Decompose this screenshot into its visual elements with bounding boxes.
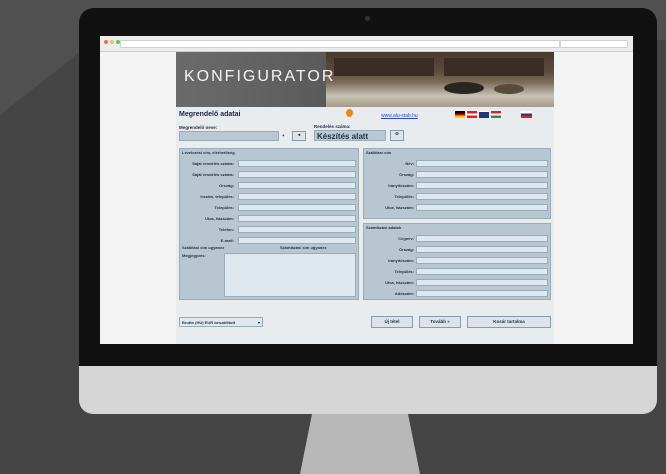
order-lookup-button[interactable]: ⊖ bbox=[390, 130, 404, 141]
brand-logo-icon bbox=[346, 109, 353, 117]
delivery-title: Levelezési cím, elérhetőség bbox=[182, 150, 235, 155]
banner: KONFIGURATOR bbox=[176, 52, 554, 107]
window-controls bbox=[104, 40, 120, 44]
billing-field-label: Utca, házszám: bbox=[385, 280, 414, 285]
delivery-field-input[interactable] bbox=[238, 204, 356, 211]
orderer-lookup-button[interactable]: ◂ bbox=[292, 131, 306, 141]
order-status-field[interactable]: Készítés alatt bbox=[314, 130, 386, 141]
order-status-value: Készítés alatt bbox=[317, 132, 369, 141]
billing-field-input[interactable] bbox=[416, 290, 548, 297]
delivery-field-input[interactable] bbox=[238, 171, 356, 178]
billing-title: Számlázási adatok bbox=[366, 225, 402, 230]
billing-field-input[interactable] bbox=[416, 235, 548, 242]
flag-hu-icon[interactable] bbox=[491, 111, 501, 118]
new-item-button[interactable]: Új tétel bbox=[371, 316, 413, 328]
shipping-field-label: Név: bbox=[405, 161, 414, 166]
flag-uk-icon[interactable] bbox=[479, 111, 489, 118]
shipping-field-label: Utca, házszám: bbox=[385, 205, 414, 210]
plus-sign[interactable]: + bbox=[282, 133, 285, 138]
billing-section: Számlázási adatok Cégnév: Ország: Irányító… bbox=[363, 223, 551, 300]
configurator-page: KONFIGURATOR Megrendelő adatai www.alu-s… bbox=[176, 52, 554, 344]
billing-field-label: Cégnév: bbox=[398, 236, 414, 241]
minimize-dot-icon[interactable] bbox=[110, 40, 114, 44]
billing-field-input[interactable] bbox=[416, 257, 548, 264]
delivery-field-label: Saját rendelés száma: bbox=[192, 161, 234, 166]
browser-toolbar bbox=[100, 36, 633, 52]
delivery-field-label: Ország: bbox=[219, 183, 234, 188]
notes-textarea[interactable] bbox=[224, 253, 356, 297]
delivery-field-input[interactable] bbox=[238, 193, 356, 200]
close-dot-icon[interactable] bbox=[104, 40, 108, 44]
address-bar[interactable] bbox=[120, 40, 560, 48]
screen: KONFIGURATOR Megrendelő adatai www.alu-s… bbox=[100, 36, 633, 344]
banner-photo bbox=[326, 52, 554, 107]
shipping-field-input[interactable] bbox=[416, 204, 548, 211]
decor-bowl bbox=[444, 82, 484, 94]
billing-same-checkbox[interactable]: Számlázási cím ugyanez bbox=[280, 245, 356, 250]
delivery-field-label: Saját rendelés száma: bbox=[192, 172, 234, 177]
billing-field-label: Adószám: bbox=[394, 291, 414, 296]
shipping-field-input[interactable] bbox=[416, 160, 548, 167]
delivery-field-label: Település: bbox=[214, 205, 235, 210]
cart-button[interactable]: Kosár tartalma bbox=[467, 316, 551, 328]
flag-de-icon[interactable] bbox=[455, 111, 465, 118]
shipping-field-input[interactable] bbox=[416, 193, 548, 200]
camera-dot bbox=[365, 16, 370, 21]
flag-sk-icon[interactable] bbox=[521, 111, 532, 118]
shipping-same-checkbox[interactable]: Szállítási cím ugyanez bbox=[182, 245, 240, 250]
shipping-field-input[interactable] bbox=[416, 171, 548, 178]
shipping-section: Szállítási cím Név: Ország: Irányítószám: T… bbox=[363, 148, 551, 219]
website-link[interactable]: www.alu-stab.hu bbox=[381, 113, 418, 119]
delivery-field-input[interactable] bbox=[238, 237, 356, 244]
delivery-field-input[interactable] bbox=[238, 182, 356, 189]
language-flags bbox=[455, 111, 501, 118]
billing-field-label: Település: bbox=[394, 269, 415, 274]
billing-field-input[interactable] bbox=[416, 268, 548, 275]
flag-at-icon[interactable] bbox=[467, 111, 477, 118]
monitor-stand bbox=[300, 414, 420, 474]
shutter-left bbox=[334, 58, 434, 76]
delivery-section: Levelezési cím, elérhetőség Saját rendel… bbox=[179, 148, 359, 300]
delivery-field-input[interactable] bbox=[238, 226, 356, 233]
banner-title: KONFIGURATOR bbox=[184, 68, 336, 85]
shipping-title: Szállítási cím bbox=[366, 150, 392, 155]
browser-search[interactable] bbox=[560, 40, 628, 48]
billing-field-label: Ország: bbox=[399, 247, 414, 252]
delivery-field-label: Utca, házszám: bbox=[205, 216, 234, 221]
order-number-label: Rendelés száma: bbox=[314, 124, 351, 129]
billing-field-input[interactable] bbox=[416, 279, 548, 286]
notes-label: Megjegyzés: bbox=[182, 253, 206, 258]
shipping-field-input[interactable] bbox=[416, 182, 548, 189]
shipping-field-label: Település: bbox=[394, 194, 415, 199]
orderer-input[interactable] bbox=[179, 131, 279, 141]
delivery-field-label: E-mail: bbox=[220, 238, 234, 243]
billing-field-input[interactable] bbox=[416, 246, 548, 253]
shipping-field-label: Ország: bbox=[399, 172, 414, 177]
orderer-label: Megrendelő neve: bbox=[179, 125, 218, 130]
currency-select[interactable]: Bruttó (HU) EUR beszállított ▾ bbox=[179, 317, 263, 327]
delivery-field-label: Irszám, település: bbox=[200, 194, 234, 199]
decor-bowl-small bbox=[494, 84, 524, 94]
delivery-field-input[interactable] bbox=[238, 215, 356, 222]
delivery-field-input[interactable] bbox=[238, 160, 356, 167]
delivery-field-label: Telefon: bbox=[218, 227, 234, 232]
billing-field-label: Irányítószám: bbox=[388, 258, 414, 263]
next-button[interactable]: Tovább » bbox=[419, 316, 461, 328]
shutter-right bbox=[444, 58, 544, 76]
chevron-down-icon: ▾ bbox=[257, 320, 260, 325]
shipping-field-label: Irányítószám: bbox=[388, 183, 414, 188]
section-title: Megrendelő adatai bbox=[179, 111, 241, 118]
currency-select-value: Bruttó (HU) EUR beszállított bbox=[182, 320, 236, 325]
